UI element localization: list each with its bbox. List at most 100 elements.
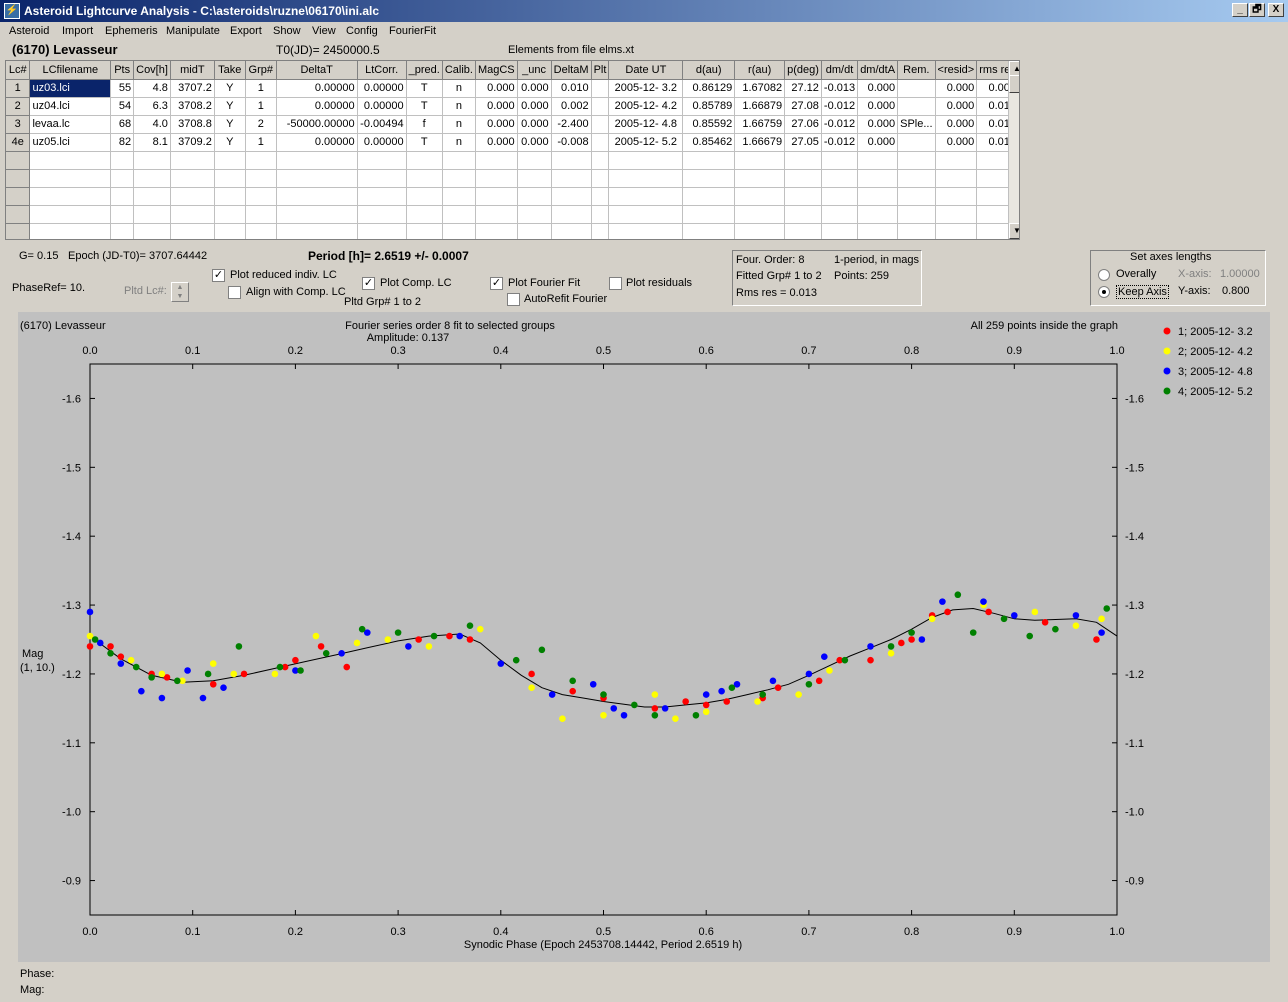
- table-cell[interactable]: [214, 205, 246, 224]
- table-cell[interactable]: [110, 187, 135, 206]
- scroll-thumb[interactable]: [1009, 75, 1019, 93]
- column-header[interactable]: DeltaT: [276, 61, 358, 80]
- table-cell[interactable]: [475, 169, 518, 188]
- table-cell[interactable]: n: [442, 97, 476, 116]
- pltd-lc-spinner[interactable]: ▲ ▼: [171, 282, 189, 302]
- table-cell[interactable]: [276, 205, 358, 224]
- table-cell[interactable]: [133, 187, 171, 206]
- table-cell[interactable]: [897, 223, 936, 239]
- column-header[interactable]: <resid>: [935, 61, 978, 80]
- table-cell[interactable]: 82: [110, 133, 135, 152]
- table-cell[interactable]: [475, 223, 518, 239]
- column-header[interactable]: Plt: [591, 61, 610, 80]
- table-cell[interactable]: 27.08: [784, 97, 822, 116]
- yaxis-value[interactable]: 0.800: [1222, 285, 1250, 297]
- table-cell[interactable]: [214, 223, 246, 239]
- table-cell[interactable]: 2005-12- 4.8: [608, 115, 684, 134]
- table-cell[interactable]: [682, 151, 736, 170]
- table-cell[interactable]: T: [406, 97, 443, 116]
- table-cell[interactable]: [897, 169, 936, 188]
- table-cell[interactable]: [608, 187, 684, 206]
- autorefit-checkbox[interactable]: [507, 293, 520, 306]
- table-cell[interactable]: [110, 223, 135, 239]
- table-cell[interactable]: 0.000: [857, 133, 899, 152]
- table-cell[interactable]: 3707.2: [170, 79, 215, 98]
- table-cell[interactable]: [517, 169, 552, 188]
- plot-reduced-checkbox[interactable]: ✓: [212, 269, 225, 282]
- table-cell[interactable]: [442, 187, 476, 206]
- menu-import[interactable]: Import: [62, 25, 93, 37]
- table-cell[interactable]: 0.00000: [276, 97, 358, 116]
- table-cell[interactable]: n: [442, 115, 476, 134]
- table-cell[interactable]: [245, 205, 277, 224]
- row-header[interactable]: 2: [6, 97, 31, 116]
- table-cell[interactable]: [935, 151, 978, 170]
- table-cell[interactable]: 0.86129: [682, 79, 736, 98]
- table-cell[interactable]: [442, 169, 476, 188]
- row-header[interactable]: [6, 187, 31, 206]
- table-cell[interactable]: 55: [110, 79, 135, 98]
- table-cell[interactable]: [897, 205, 936, 224]
- column-header[interactable]: _pred.: [406, 61, 443, 80]
- lightcurve-table[interactable]: Lc# LCfilename Pts Cov[h] midT Take Grp# DeltaT…: [5, 60, 1020, 240]
- table-cell[interactable]: [170, 205, 215, 224]
- table-cell[interactable]: 0.000: [857, 79, 899, 98]
- column-header[interactable]: d(au): [682, 61, 736, 80]
- table-cell[interactable]: 2005-12- 3.2: [608, 79, 684, 98]
- table-cell[interactable]: uz03.lci: [29, 79, 112, 98]
- table-cell[interactable]: [276, 151, 358, 170]
- column-header[interactable]: dm/dt: [821, 61, 859, 80]
- align-comp-checkbox[interactable]: [228, 286, 241, 299]
- table-cell[interactable]: [608, 169, 684, 188]
- table-cell[interactable]: [784, 187, 822, 206]
- table-cell[interactable]: 0.010: [551, 79, 592, 98]
- column-header[interactable]: LtCorr.: [357, 61, 407, 80]
- table-vertical-scrollbar[interactable]: ▲ ▼: [1008, 61, 1019, 239]
- menu-fourierfit[interactable]: FourierFit: [389, 25, 436, 37]
- column-header[interactable]: Take: [214, 61, 246, 80]
- table-cell[interactable]: [821, 187, 859, 206]
- plot-residuals-checkbox[interactable]: [609, 277, 622, 290]
- table-cell[interactable]: [608, 223, 684, 239]
- table-cell[interactable]: [935, 169, 978, 188]
- column-header[interactable]: r(au): [734, 61, 786, 80]
- table-cell[interactable]: 4.8: [133, 79, 171, 98]
- table-cell[interactable]: [214, 151, 246, 170]
- table-cell[interactable]: 0.85592: [682, 115, 736, 134]
- row-header[interactable]: [6, 151, 31, 170]
- table-cell[interactable]: [857, 205, 899, 224]
- table-cell[interactable]: 0.000: [935, 79, 978, 98]
- table-cell[interactable]: [857, 187, 899, 206]
- table-cell[interactable]: [897, 97, 936, 116]
- table-cell[interactable]: [551, 187, 592, 206]
- table-cell[interactable]: -0.013: [821, 79, 859, 98]
- table-cell[interactable]: [821, 151, 859, 170]
- table-cell[interactable]: [245, 151, 277, 170]
- table-cell[interactable]: 27.12: [784, 79, 822, 98]
- table-cell[interactable]: [897, 151, 936, 170]
- table-cell[interactable]: [442, 223, 476, 239]
- table-cell[interactable]: [406, 223, 443, 239]
- row-header[interactable]: 1: [6, 79, 31, 98]
- table-cell[interactable]: [406, 151, 443, 170]
- table-cell[interactable]: [734, 151, 786, 170]
- table-cell[interactable]: n: [442, 79, 476, 98]
- table-cell[interactable]: 6.3: [133, 97, 171, 116]
- table-cell[interactable]: [784, 151, 822, 170]
- table-cell[interactable]: [897, 79, 936, 98]
- table-cell[interactable]: [110, 205, 135, 224]
- table-cell[interactable]: 0.000: [475, 133, 518, 152]
- table-cell[interactable]: [276, 169, 358, 188]
- table-row[interactable]: 4e uz05.lci 82 8.1 3709.2 Y 1 0.00000 0.00000 Tn 0…: [6, 133, 1019, 152]
- column-header[interactable]: dm/dtA: [857, 61, 899, 80]
- table-cell[interactable]: 0.85462: [682, 133, 736, 152]
- table-cell[interactable]: 3709.2: [170, 133, 215, 152]
- table-cell[interactable]: 0.000: [475, 79, 518, 98]
- column-header[interactable]: DeltaM: [551, 61, 592, 80]
- table-row-empty[interactable]: [6, 223, 1019, 239]
- table-cell[interactable]: [442, 151, 476, 170]
- table-cell[interactable]: 8.1: [133, 133, 171, 152]
- menu-manipulate[interactable]: Manipulate: [166, 25, 220, 37]
- row-header[interactable]: [6, 205, 31, 224]
- table-cell[interactable]: [784, 205, 822, 224]
